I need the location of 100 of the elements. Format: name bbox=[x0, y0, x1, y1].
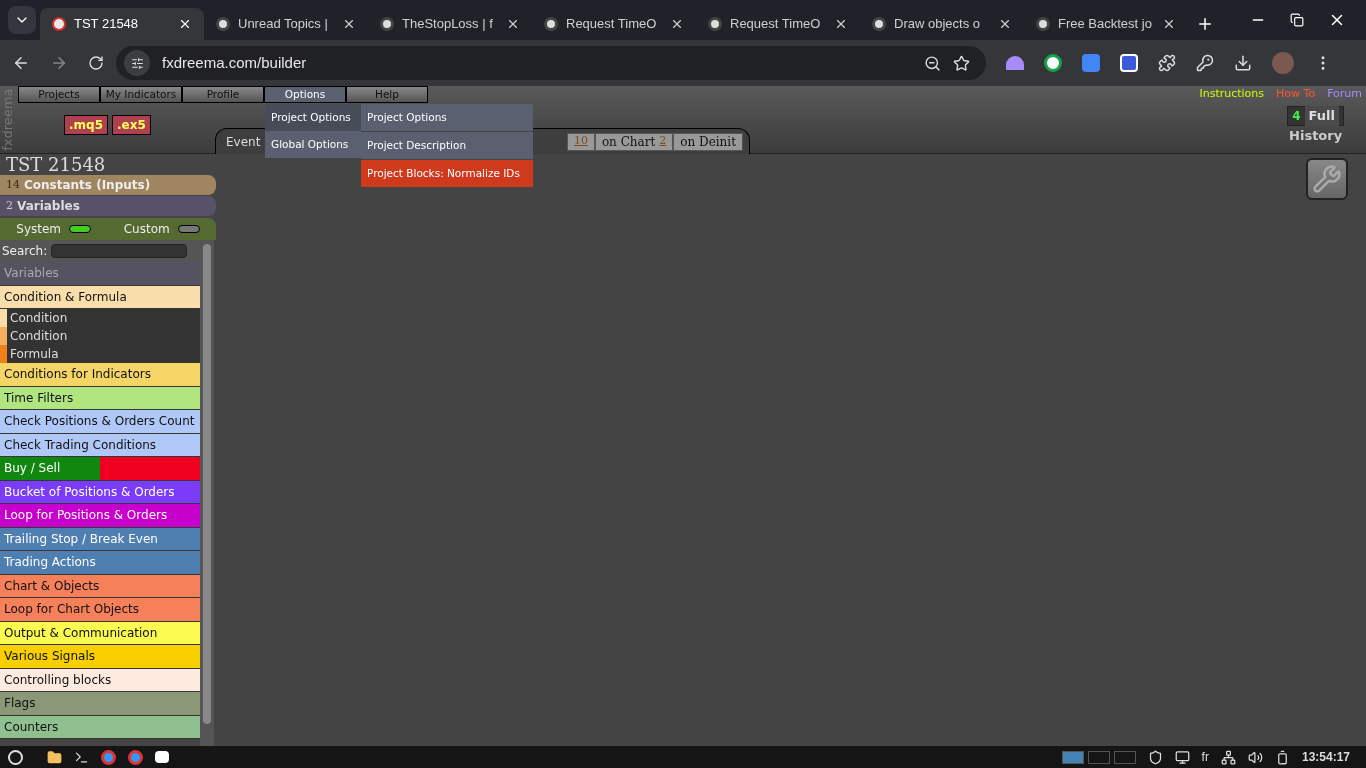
site-settings-icon[interactable] bbox=[124, 50, 150, 76]
block-item[interactable]: Formula bbox=[7, 345, 59, 363]
browser-tab[interactable]: Draw objects o bbox=[860, 8, 1024, 40]
category-item[interactable]: Flags bbox=[0, 692, 200, 715]
close-icon[interactable] bbox=[178, 17, 192, 31]
browser-tab[interactable]: Unread Topics | bbox=[204, 8, 368, 40]
reload-icon[interactable] bbox=[88, 55, 104, 71]
sell-color-block[interactable] bbox=[100, 457, 200, 480]
close-icon[interactable] bbox=[506, 17, 520, 31]
category-item[interactable]: Chart & Objects bbox=[0, 574, 200, 597]
tab-title: Request TimeO bbox=[566, 15, 658, 34]
event-tab[interactable]: on Deinit bbox=[673, 132, 743, 151]
language-indicator[interactable]: fr bbox=[1201, 748, 1209, 766]
address-bar[interactable]: fxdreema.com/builder bbox=[116, 46, 986, 80]
workspace-icon[interactable] bbox=[1087, 750, 1110, 764]
zoom-icon[interactable] bbox=[924, 54, 941, 72]
submenu-item[interactable]: Project Blocks: Normalize IDs bbox=[361, 160, 533, 187]
category-item[interactable]: Counters bbox=[0, 715, 200, 738]
category-item[interactable]: Time Filters bbox=[0, 386, 200, 409]
close-icon[interactable] bbox=[342, 17, 356, 31]
toggle-label: Custom bbox=[123, 221, 170, 238]
site-favicon-icon bbox=[1036, 17, 1050, 31]
block-item[interactable]: Condition bbox=[7, 327, 68, 345]
header-link[interactable]: Instructions bbox=[1199, 85, 1265, 103]
clock: 13:54:17 bbox=[1301, 749, 1351, 766]
volume-icon[interactable] bbox=[1247, 749, 1263, 765]
category-item[interactable]: Loop for Positions & Orders bbox=[0, 504, 200, 527]
toggle-switch[interactable] bbox=[69, 225, 92, 233]
close-icon[interactable] bbox=[834, 17, 848, 31]
browser-tab[interactable]: Free Backtest jo bbox=[1024, 8, 1188, 40]
browser-tab[interactable]: Request TimeO bbox=[532, 8, 696, 40]
block-item[interactable]: Condition bbox=[7, 309, 68, 327]
workspace-icon[interactable] bbox=[1113, 750, 1136, 764]
tab-search-button[interactable] bbox=[8, 6, 36, 34]
back-icon[interactable] bbox=[12, 54, 30, 72]
submenu-item[interactable]: Project Description bbox=[361, 132, 533, 159]
event-tab[interactable]: Event bbox=[226, 132, 261, 151]
browser-tab[interactable]: TheStopLoss | f bbox=[368, 8, 532, 40]
site-favicon-icon bbox=[216, 17, 230, 31]
menu-item[interactable]: Projects bbox=[18, 86, 100, 103]
toggle-label: System bbox=[16, 221, 62, 238]
site-favicon-icon bbox=[52, 17, 66, 31]
site-favicon-icon bbox=[544, 17, 558, 31]
site-favicon-icon bbox=[380, 17, 394, 31]
event-tab[interactable]: on Chart 2 bbox=[594, 132, 674, 151]
terminal-icon[interactable] bbox=[74, 749, 89, 765]
category-item[interactable]: Buy / Sell bbox=[0, 457, 100, 480]
tab-title: Free Backtest jo bbox=[1058, 15, 1153, 34]
search-field[interactable] bbox=[51, 244, 188, 258]
download-icon[interactable] bbox=[1234, 54, 1252, 72]
browser-tab[interactable]: TST 21548 bbox=[40, 8, 204, 40]
workspace-icon[interactable] bbox=[1061, 750, 1084, 764]
bookmark-icon[interactable] bbox=[953, 54, 970, 72]
site-favicon-icon bbox=[872, 17, 886, 31]
history-label: History bbox=[1289, 127, 1343, 145]
close-icon[interactable] bbox=[670, 17, 684, 31]
category-item[interactable]: Condition & Formula bbox=[0, 285, 200, 308]
toggle-switch[interactable] bbox=[177, 225, 200, 233]
constants-bar[interactable]: 14 Constants (Inputs) bbox=[0, 175, 216, 195]
category-item[interactable]: Conditions for Indicators bbox=[0, 363, 200, 386]
close-icon[interactable] bbox=[998, 17, 1012, 31]
category-item[interactable]: Trading Actions bbox=[0, 551, 200, 574]
category-item[interactable]: Output & Communication bbox=[0, 621, 200, 644]
category-item[interactable]: Loop for Chart Objects bbox=[0, 598, 200, 621]
category-item[interactable]: Check Trading Conditions bbox=[0, 433, 200, 456]
submenu-item[interactable]: Project Options bbox=[361, 104, 533, 131]
circle-extension-icon[interactable] bbox=[1044, 54, 1062, 72]
extensions-icon[interactable] bbox=[1158, 54, 1176, 72]
menu-item[interactable]: Help bbox=[346, 86, 428, 103]
browser-tab[interactable]: Request TimeO bbox=[696, 8, 860, 40]
category-item[interactable]: Trailing Stop / Break Even bbox=[0, 527, 200, 550]
tab-title: Request TimeO bbox=[730, 15, 822, 34]
network-icon[interactable] bbox=[1220, 749, 1236, 765]
category-item[interactable]: Various Signals bbox=[0, 645, 200, 668]
menu-item[interactable]: Profile bbox=[182, 86, 264, 103]
variables-bar[interactable]: 2 Variables bbox=[0, 196, 216, 216]
category-item[interactable]: Check Positions & Orders Count bbox=[0, 410, 200, 433]
history-counter[interactable]: 4 Full bbox=[1287, 106, 1344, 126]
category-item[interactable]: Bucket of Positions & Orders bbox=[0, 480, 200, 503]
tab-title: TheStopLoss | f bbox=[402, 15, 494, 34]
shield-icon[interactable] bbox=[1147, 749, 1163, 765]
display-icon[interactable] bbox=[1174, 749, 1190, 765]
key-icon[interactable] bbox=[1196, 54, 1214, 72]
category-item[interactable]: Controlling blocks bbox=[0, 668, 200, 691]
close-icon[interactable] bbox=[1162, 17, 1176, 31]
scrollbar-drawing[interactable] bbox=[200, 240, 214, 746]
menu-item[interactable]: My Indicators bbox=[100, 86, 182, 103]
dropdown-item[interactable]: Project Options bbox=[265, 104, 361, 131]
export-button[interactable]: .ex5 bbox=[112, 115, 151, 135]
folder-icon[interactable] bbox=[47, 749, 62, 765]
browser-icon[interactable] bbox=[101, 749, 116, 765]
search-label: Search: bbox=[2, 243, 48, 260]
site-favicon-icon bbox=[708, 17, 722, 31]
restore-icon[interactable] bbox=[1290, 13, 1304, 27]
forward-icon[interactable] bbox=[50, 54, 68, 72]
menu-item[interactable]: Options bbox=[264, 86, 346, 103]
wrench-button[interactable] bbox=[1306, 158, 1348, 200]
browser-icon[interactable] bbox=[128, 749, 143, 765]
new-tab-icon[interactable] bbox=[1196, 15, 1214, 33]
export-button[interactable]: .mq5 bbox=[64, 115, 108, 135]
